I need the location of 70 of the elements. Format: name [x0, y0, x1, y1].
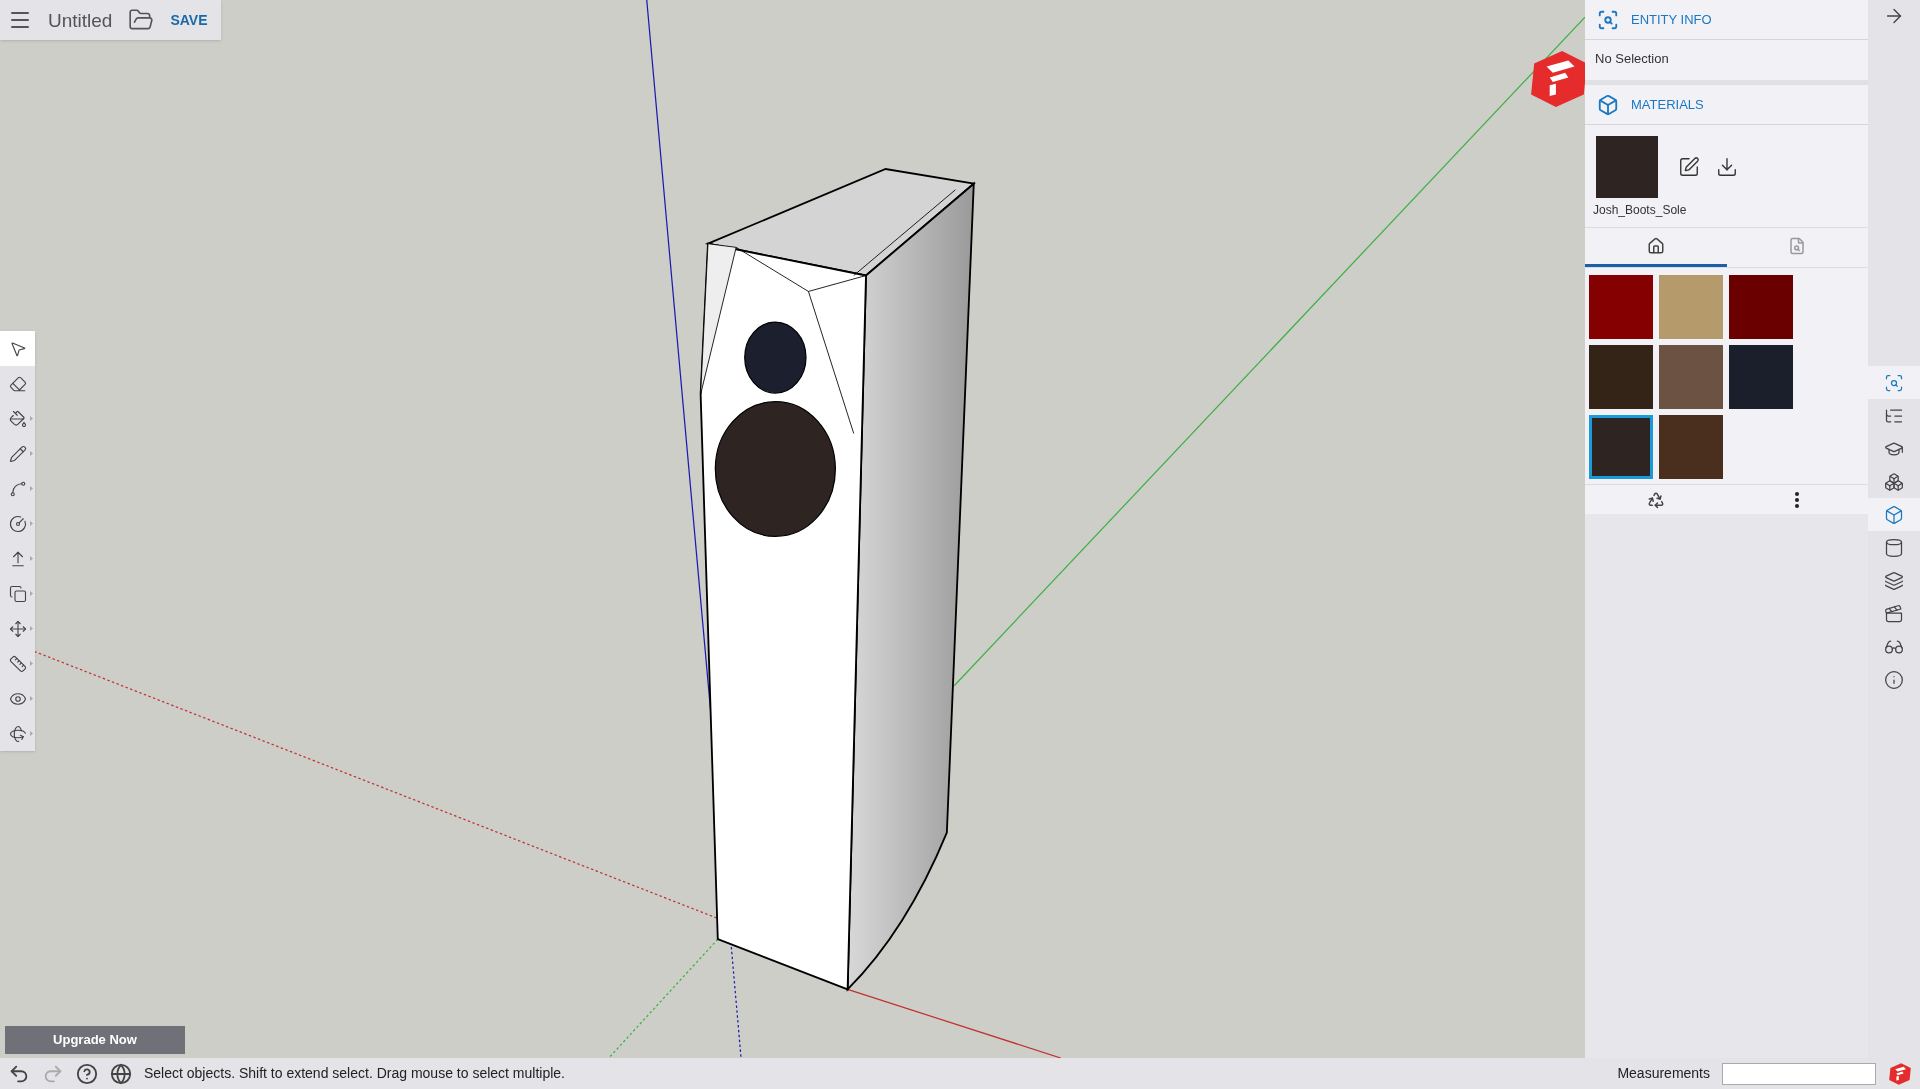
info-icon — [1884, 669, 1904, 690]
entity-info-icon — [1597, 8, 1619, 31]
save-button[interactable]: SAVE — [170, 9, 208, 31]
clapperboard-icon — [1884, 603, 1904, 624]
material-swatch[interactable] — [1729, 345, 1793, 409]
tray-icon-button[interactable] — [1868, 366, 1920, 399]
3d-viewport[interactable]: Untitled SAVE Upgrade Now — [0, 0, 1585, 1058]
material-name: Josh_Boots_Sole — [1593, 202, 1688, 219]
material-swatch[interactable] — [1729, 275, 1793, 339]
tool-button[interactable] — [0, 331, 35, 366]
status-message: Select objects. Shift to extend select. Drag mouse to select multiple. — [144, 1064, 565, 1083]
more-icon — [1795, 491, 1800, 508]
offset-icon — [8, 584, 27, 603]
layers-icon — [1884, 570, 1904, 591]
flyout-icon — [30, 731, 33, 736]
recycle-icon — [1646, 490, 1665, 509]
search-icon — [1788, 237, 1807, 255]
measurements-label: Measurements — [1617, 1064, 1710, 1083]
language-button[interactable] — [110, 1062, 132, 1085]
recycle-button[interactable] — [1646, 490, 1665, 509]
selection-status: No Selection — [1595, 51, 1669, 66]
logo-icon — [1528, 48, 1585, 110]
flyout-icon — [30, 626, 33, 631]
tray-icon-button[interactable] — [1868, 498, 1920, 531]
cube-icon — [1884, 504, 1904, 525]
current-material-swatch — [1596, 136, 1658, 198]
cubes-icon — [1884, 471, 1904, 492]
flyout-icon — [30, 416, 33, 421]
home-icon — [1646, 237, 1665, 255]
logo-icon — [1888, 1061, 1912, 1086]
material-swatch[interactable] — [1659, 415, 1723, 479]
eraser-icon — [8, 374, 27, 393]
material-swatch[interactable] — [1659, 345, 1723, 409]
flyout-icon — [30, 556, 33, 561]
panel-heading[interactable]: MATERIALS — [1631, 94, 1704, 115]
flyout-icon — [30, 486, 33, 491]
move-icon — [8, 619, 27, 638]
tape-measure-icon — [8, 654, 27, 673]
material-swatch[interactable] — [1589, 415, 1653, 479]
material-swatch[interactable] — [1589, 275, 1653, 339]
material-swatch[interactable] — [1659, 275, 1723, 339]
flyout-icon — [30, 451, 33, 456]
flyout-icon — [30, 661, 33, 666]
edit-button[interactable] — [1678, 156, 1700, 178]
panel-heading[interactable]: ENTITY INFO — [1631, 9, 1712, 30]
rotate-icon — [8, 724, 27, 743]
select-arrow-icon — [8, 339, 27, 358]
tool-button[interactable] — [0, 716, 35, 751]
material-swatch[interactable] — [1589, 345, 1653, 409]
help-icon — [76, 1062, 98, 1085]
download-button[interactable] — [1716, 156, 1738, 178]
globe-icon — [110, 1062, 132, 1085]
pencil-icon — [8, 444, 27, 463]
paint-bucket-icon — [8, 409, 27, 428]
edit-icon — [1678, 156, 1700, 178]
document-title: Untitled — [48, 10, 113, 30]
flyout-icon — [30, 521, 33, 526]
cylinder-icon — [1884, 537, 1904, 558]
download-icon — [1716, 156, 1738, 178]
cube-icon — [1597, 93, 1619, 116]
arc-icon — [8, 479, 27, 498]
flyout-icon — [30, 591, 33, 596]
measurements-field[interactable] — [1722, 1062, 1876, 1085]
flyout-icon — [30, 696, 33, 701]
upgrade-now-button[interactable]: Upgrade Now — [5, 1026, 185, 1054]
circle-icon — [8, 514, 27, 533]
help-button[interactable] — [76, 1062, 98, 1085]
entity-info-icon — [1884, 372, 1904, 393]
more-options-button[interactable] — [1795, 491, 1800, 508]
tool-button[interactable] — [0, 366, 35, 401]
